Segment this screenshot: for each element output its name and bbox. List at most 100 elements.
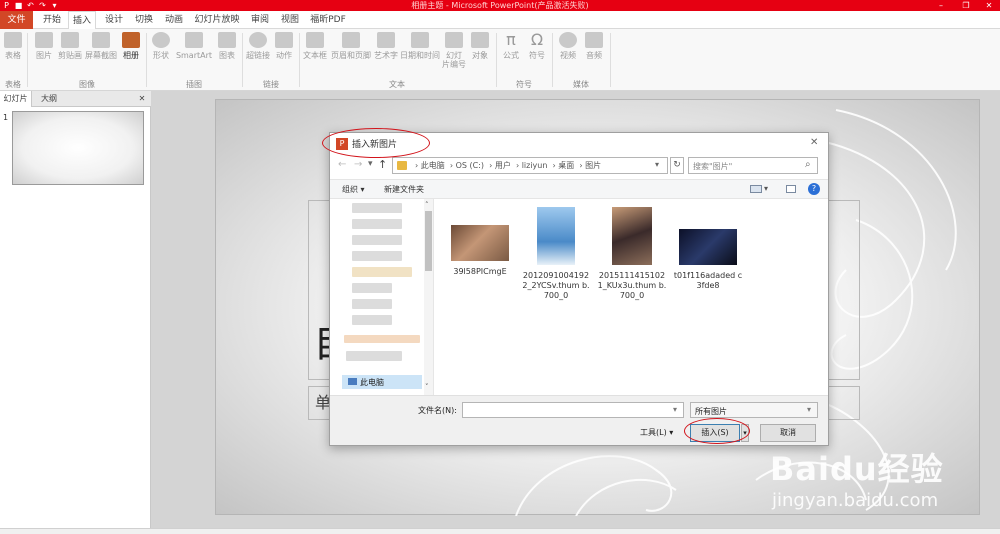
search-input[interactable]: 搜索"图片" ⌕ — [688, 157, 818, 174]
tab-insert[interactable]: 插入 — [68, 11, 96, 30]
tab-view[interactable]: 视图 — [276, 11, 304, 29]
album-icon — [122, 32, 140, 48]
nav-item-blurred[interactable] — [352, 235, 402, 245]
screenshot-button[interactable]: 屏幕截图 — [84, 32, 118, 76]
chart-button[interactable]: 图表 — [215, 32, 239, 76]
nav-item-blurred[interactable] — [352, 251, 402, 261]
slides-pane: 幻灯片 大纲 ✕ 1 — [0, 91, 151, 528]
minimize-icon[interactable]: – — [930, 0, 952, 11]
refresh-icon[interactable]: ↻ — [670, 157, 684, 174]
view-icon[interactable] — [750, 185, 762, 193]
symbol-button[interactable]: Ω 符号 — [525, 32, 549, 76]
filetype-select[interactable]: 所有图片 ▾ — [690, 402, 818, 418]
ribbon-tabs: 文件 开始 插入 设计 切换 动画 幻灯片放映 审阅 视图 福昕PDF — [0, 11, 1000, 30]
save-icon[interactable]: ■ — [14, 0, 23, 11]
breadcrumb-item[interactable]: liziyun — [522, 161, 548, 170]
filename-input[interactable]: ▾ — [462, 402, 684, 418]
picture-icon — [35, 32, 53, 48]
table-button[interactable]: 表格 — [2, 32, 24, 76]
scroll-down-icon[interactable]: ˅ — [425, 383, 429, 391]
group-label-image: 图像 — [79, 80, 95, 89]
close-icon[interactable]: ✕ — [136, 91, 148, 107]
breadcrumb-item[interactable]: OS (C:) — [456, 161, 484, 170]
tab-review[interactable]: 审阅 — [246, 11, 274, 29]
nav-item-blurred[interactable] — [346, 351, 402, 361]
tab-slideshow[interactable]: 幻灯片放映 — [192, 11, 242, 29]
address-bar[interactable]: › 此电脑 › OS (C:) › 用户 › liziyun › 桌面 › 图片… — [392, 157, 668, 174]
scroll-up-icon[interactable]: ˄ — [425, 201, 429, 209]
breadcrumb-item[interactable]: 桌面 — [558, 161, 574, 170]
picture-button[interactable]: 图片 — [32, 32, 56, 76]
calendar-icon — [411, 32, 429, 48]
restore-icon[interactable]: ❐ — [955, 0, 977, 11]
close-window-icon[interactable]: ✕ — [978, 0, 1000, 11]
file-name: 2015111415102 1_KUx3u.thum b.700_0 — [597, 271, 667, 300]
datetime-button[interactable]: 日期和时间 — [400, 32, 440, 76]
file-item[interactable]: 2015111415102 1_KUx3u.thum b.700_0 — [596, 207, 668, 301]
path-dropdown-icon[interactable]: ▾ — [655, 160, 659, 169]
annotation-circle-insert — [684, 418, 750, 444]
group-label-media: 媒体 — [573, 80, 589, 89]
nav-item-blurred[interactable] — [352, 203, 402, 213]
audio-button[interactable]: 音频 — [582, 32, 606, 76]
breadcrumb-item[interactable]: 此电脑 — [421, 161, 445, 170]
action-button[interactable]: 动作 — [272, 32, 296, 76]
video-icon — [559, 32, 577, 48]
up-arrow-icon[interactable]: ↑ — [378, 158, 387, 171]
status-bar — [0, 528, 1000, 534]
clipart-button[interactable]: 剪贴画 — [57, 32, 83, 76]
nav-scrollbar[interactable]: ˄ ˅ — [424, 199, 433, 395]
album-button[interactable]: 相册 — [119, 32, 143, 76]
close-icon[interactable]: ✕ — [810, 137, 818, 148]
smartart-button[interactable]: SmartArt — [174, 32, 214, 76]
cancel-button[interactable]: 取消 — [760, 424, 816, 442]
breadcrumb-item[interactable]: 用户 — [495, 161, 511, 170]
organize-button[interactable]: 组织 ▾ — [342, 184, 365, 195]
formula-button[interactable]: π 公式 — [499, 32, 523, 76]
nav-item-blurred[interactable] — [352, 315, 392, 325]
new-folder-button[interactable]: 新建文件夹 — [384, 184, 424, 195]
video-button[interactable]: 视频 — [556, 32, 580, 76]
nav-item-blurred[interactable] — [352, 283, 392, 293]
textbox-button[interactable]: 文本框 — [301, 32, 329, 76]
file-item[interactable]: t01f116adaded c3fde8 — [672, 207, 744, 291]
scroll-thumb[interactable] — [425, 211, 432, 271]
header-footer-button[interactable]: 页眉和页脚 — [330, 32, 372, 76]
undo-icon[interactable]: ↶ — [26, 0, 35, 11]
tab-file[interactable]: 文件 — [0, 11, 33, 29]
breadcrumb-item[interactable]: 图片 — [585, 161, 601, 170]
file-thumbnail — [679, 229, 737, 265]
nav-item-this-pc[interactable]: 此电脑 — [342, 375, 422, 389]
tools-button[interactable]: 工具(L) ▾ — [640, 427, 673, 438]
view-dropdown-icon[interactable]: ▾ — [764, 184, 768, 193]
tab-transitions[interactable]: 切换 — [130, 11, 158, 29]
wordart-button[interactable]: 艺术字 — [373, 32, 399, 76]
back-icon[interactable]: ← — [338, 159, 346, 170]
tab-foxit-pdf[interactable]: 福昕PDF — [308, 11, 348, 29]
filename-dropdown-icon[interactable]: ▾ — [673, 405, 677, 414]
forward-icon[interactable]: → — [354, 159, 362, 170]
customize-icon[interactable]: ▾ — [50, 0, 59, 11]
preview-pane-icon[interactable] — [786, 185, 796, 193]
shapes-button[interactable]: 形状 — [149, 32, 173, 76]
hyperlink-button[interactable]: 超链接 — [245, 32, 271, 76]
slide-thumbnail[interactable] — [12, 111, 144, 185]
clipart-icon — [61, 32, 79, 48]
tab-outline[interactable]: 大纲 — [34, 91, 64, 107]
help-icon[interactable]: ? — [808, 183, 820, 195]
tab-slides[interactable]: 幻灯片 — [0, 91, 32, 107]
nav-item-blurred[interactable] — [352, 219, 402, 229]
file-item[interactable]: 2012091004192 2_2YCSv.thum b.700_0 — [520, 207, 592, 301]
tab-design[interactable]: 设计 — [100, 11, 128, 29]
file-item[interactable]: 39l58PICmgE — [444, 207, 516, 277]
redo-icon[interactable]: ↷ — [38, 0, 47, 11]
nav-item-blurred[interactable] — [344, 335, 420, 343]
nav-item-blurred[interactable] — [352, 267, 412, 277]
tab-animations[interactable]: 动画 — [160, 11, 188, 29]
object-button[interactable]: 对象 — [468, 32, 492, 76]
recent-dropdown-icon[interactable]: ▾ — [368, 159, 373, 169]
nav-item-blurred[interactable] — [352, 299, 392, 309]
tab-home[interactable]: 开始 — [37, 11, 67, 29]
nav-item-label: 此电脑 — [360, 378, 384, 387]
slide-number-button[interactable]: 幻灯 片编号 — [441, 32, 467, 76]
